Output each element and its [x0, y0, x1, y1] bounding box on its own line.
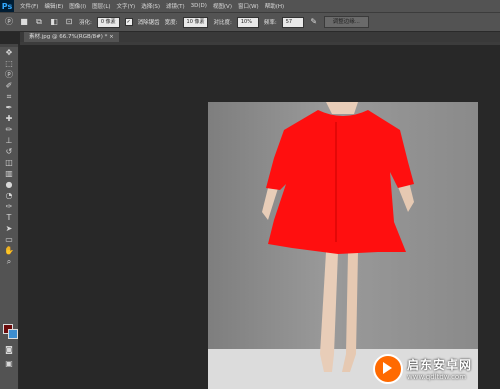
shape-tool-icon[interactable]: ▭ — [0, 234, 18, 245]
quick-selection-tool-icon[interactable]: ✐ — [0, 80, 18, 91]
menu-type[interactable]: 文字(Y) — [117, 2, 136, 10]
subtract-selection-icon[interactable]: ◧ — [49, 17, 59, 27]
history-brush-tool-icon[interactable]: ↺ — [0, 146, 18, 157]
zoom-tool-icon[interactable]: ⌕ — [0, 256, 18, 267]
width-label: 宽度: — [164, 20, 178, 26]
intersect-selection-icon[interactable]: ⊡ — [64, 17, 74, 27]
right-leg — [342, 252, 358, 372]
healing-brush-tool-icon[interactable]: ✚ — [0, 113, 18, 124]
feather-input[interactable]: 0 像素 — [96, 16, 120, 28]
type-tool-icon[interactable]: T — [0, 212, 18, 223]
dodge-tool-icon[interactable]: ◔ — [0, 190, 18, 201]
eyedropper-tool-icon[interactable]: ✒ — [0, 102, 18, 113]
options-bar: ⓟ ■ ⧉ ◧ ⊡ 羽化: 0 像素 ✓ 消除锯齿 宽度: 10 像素 对比度:… — [0, 12, 500, 32]
watermark-url: www.qdltdw.com — [407, 373, 467, 381]
menu-help[interactable]: 帮助(H) — [265, 2, 284, 10]
menu-edit[interactable]: 编辑(E) — [44, 2, 63, 10]
pen-tool-icon[interactable]: ✑ — [0, 201, 18, 212]
background-color[interactable] — [8, 329, 18, 339]
menu-filter[interactable]: 滤镜(T) — [166, 2, 185, 10]
document-tab-bar: 素材.jpg @ 66.7%(RGB/8#) * × — [20, 32, 500, 42]
clone-stamp-tool-icon[interactable]: ⊥ — [0, 135, 18, 146]
menu-file[interactable]: 文件(F) — [20, 2, 38, 10]
crop-tool-icon[interactable]: ⌗ — [0, 91, 18, 102]
watermark-logo-icon — [373, 353, 403, 384]
pen-pressure-icon[interactable]: ✎ — [309, 17, 319, 27]
add-selection-icon[interactable]: ⧉ — [34, 17, 44, 27]
canvas-image[interactable] — [208, 102, 478, 389]
path-selection-tool-icon[interactable]: ➤ — [0, 223, 18, 234]
menu-select[interactable]: 选择(S) — [141, 2, 160, 10]
screen-mode-icon[interactable]: ▣ — [0, 358, 18, 369]
watermark: 启东安卓网 www.qdltdw.com — [373, 348, 500, 389]
model-figure — [262, 102, 414, 372]
menu-bar: Ps 文件(F) 编辑(E) 图像(I) 图层(L) 文字(Y) 选择(S) 滤… — [0, 0, 500, 12]
menu-window[interactable]: 窗口(W) — [238, 2, 259, 10]
lasso-tool-icon[interactable]: ⓟ — [0, 69, 18, 80]
antialias-checkbox[interactable]: ✓ — [124, 18, 133, 26]
magnetic-lasso-icon[interactable]: ⓟ — [4, 17, 14, 27]
tools-panel: ✥ ⬚ ⓟ ✐ ⌗ ✒ ✚ ✏ ⊥ ↺ ◫ ▥ ● ◔ ✑ T ➤ ▭ ✋ ⌕ … — [0, 44, 19, 389]
red-dress — [266, 110, 414, 254]
contrast-label: 对比度: — [213, 20, 232, 26]
refine-edge-button[interactable]: 调整边缘... — [323, 16, 369, 28]
color-swatches[interactable] — [3, 324, 18, 339]
blur-tool-icon[interactable]: ● — [0, 179, 18, 190]
brush-tool-icon[interactable]: ✏ — [0, 124, 18, 135]
width-input[interactable]: 10 像素 — [182, 16, 209, 28]
photoshop-logo: Ps — [0, 0, 14, 12]
eraser-tool-icon[interactable]: ◫ — [0, 157, 18, 168]
frequency-label: 频率: — [263, 20, 277, 26]
document-tab[interactable]: 素材.jpg @ 66.7%(RGB/8#) * × — [24, 32, 119, 42]
top-ruler — [20, 42, 500, 45]
marquee-tool-icon[interactable]: ⬚ — [0, 58, 18, 69]
neck — [326, 102, 358, 114]
quick-mask-icon[interactable]: ◙ — [0, 344, 18, 355]
menu-layer[interactable]: 图层(L) — [92, 2, 110, 10]
antialias-label: 消除锯齿 — [137, 20, 160, 26]
hand-tool-icon[interactable]: ✋ — [0, 245, 18, 256]
contrast-input[interactable]: 10% — [236, 16, 259, 28]
menu-view[interactable]: 视图(V) — [213, 2, 232, 10]
menu-3d[interactable]: 3D(D) — [191, 3, 207, 9]
watermark-title: 启东安卓网 — [407, 358, 473, 372]
gradient-tool-icon[interactable]: ▥ — [0, 168, 18, 179]
move-tool-icon[interactable]: ✥ — [0, 47, 18, 58]
feather-label: 羽化: — [79, 20, 92, 26]
new-selection-icon[interactable]: ■ — [19, 17, 29, 27]
frequency-input[interactable]: 57 — [281, 16, 304, 28]
left-leg — [320, 252, 338, 372]
menu-image[interactable]: 图像(I) — [69, 2, 86, 10]
